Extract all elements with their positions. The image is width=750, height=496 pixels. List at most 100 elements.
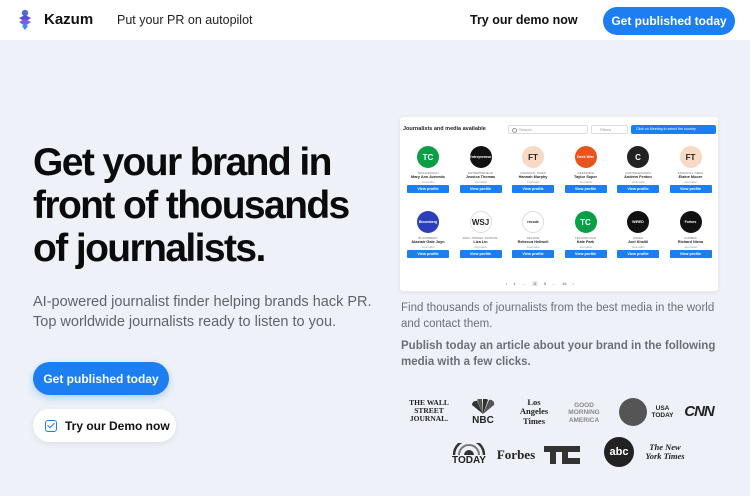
outlet-logo-icon: WSJ bbox=[469, 211, 492, 233]
journalist-card: TC TECHCRUNCH Kate Park Journalist View prof… bbox=[562, 210, 609, 270]
hero-headline: Get your brand in front of thousands of … bbox=[33, 141, 350, 270]
journalist-name: Richard Nieva bbox=[677, 240, 704, 244]
wsj-logo: THE WALL STREET JOURNAL. bbox=[409, 398, 449, 423]
view-profile-button[interactable]: View profile bbox=[407, 250, 449, 258]
forbes-logo: Forbes bbox=[496, 447, 536, 462]
la-times-logo: Los Angeles Times bbox=[519, 396, 549, 426]
journalist-card: WSJ WALL STREET JOURNAL Liza Lin Journalist… bbox=[457, 210, 504, 270]
journalist-name: Alastair Gale Joyn bbox=[411, 240, 445, 244]
brand-name[interactable]: Kazum bbox=[44, 11, 93, 28]
journalist-card: FT FINANCIAL TIMES Elaine Moore Journalist V… bbox=[667, 145, 714, 205]
view-profile-button[interactable]: View profile bbox=[669, 185, 712, 193]
outlet-logo-icon: FT bbox=[679, 146, 702, 168]
techcrunch-icon bbox=[544, 446, 580, 464]
outlet-logo-icon: Entrepreneur bbox=[469, 146, 492, 168]
top-header: Kazum Put your PR on autopilot Try our d… bbox=[0, 0, 750, 40]
usa-today-logo: USA TODAY bbox=[618, 397, 676, 427]
journalist-card: FT FINANCIAL TIMES Hannah Murphy Journalist… bbox=[510, 145, 556, 205]
pager-item[interactable]: … bbox=[552, 281, 556, 286]
view-profile-button[interactable]: View profile bbox=[617, 250, 659, 258]
journalist-role: Journalist bbox=[684, 245, 697, 249]
pager-item[interactable]: … bbox=[522, 281, 526, 286]
journalist-name: Mary Ann Azevedo bbox=[411, 175, 445, 179]
journalists-preview-panel: Journalists and media available Search F… bbox=[400, 117, 718, 291]
journalist-card: TC TECHCRUNCH Mary Ann Azevedo Journalist Vi… bbox=[405, 145, 451, 205]
journalist-role: Journalist bbox=[526, 245, 540, 249]
pager-item[interactable]: ‹ bbox=[506, 281, 507, 286]
outlet-logo-icon: WIRED bbox=[627, 211, 649, 233]
journalist-name: Kate Park bbox=[576, 240, 595, 244]
journalist-role: Journalist bbox=[526, 180, 540, 184]
journalist-role: Journalist bbox=[579, 245, 592, 249]
journalist-name: Joel Khalili bbox=[627, 240, 649, 244]
view-profile-button[interactable]: View profile bbox=[459, 185, 502, 193]
publish-article-text: Publish today an article about your bran… bbox=[401, 340, 716, 368]
pager-item[interactable]: 4 bbox=[531, 280, 538, 286]
outlet-logo-icon: recode bbox=[522, 211, 544, 233]
journalist-name: Elaine Moore bbox=[678, 175, 703, 179]
gma-logo: GOOD MORNING AMERICA bbox=[568, 401, 600, 424]
view-profile-button[interactable]: View profile bbox=[459, 250, 502, 258]
journalist-card: C COINTELEGRAPH Andrew Fenton Journalist Vie… bbox=[615, 145, 661, 205]
journalist-name: Hannah Murphy bbox=[518, 175, 548, 179]
usa-today-circle-icon bbox=[618, 398, 647, 426]
today-logo-text: TODAY bbox=[452, 454, 486, 466]
sunrise-icon bbox=[452, 442, 486, 455]
hero-subtext: AI-powered journalist finder helping bra… bbox=[33, 294, 372, 330]
view-profile-button[interactable]: View profile bbox=[512, 250, 554, 258]
journalist-card: Geek Wire GEEKWIRE Taylor Soper Journalist V… bbox=[562, 145, 609, 205]
panel-filter-select[interactable]: Filters bbox=[591, 125, 628, 134]
view-profile-button[interactable]: View profile bbox=[512, 185, 554, 193]
panel-info-banner: Click on Meeting to select the country bbox=[631, 125, 716, 134]
pager-item[interactable]: 16 bbox=[562, 281, 566, 286]
usa-today-text: USA TODAY bbox=[651, 405, 674, 419]
nbc-logo-text: NBC bbox=[472, 414, 494, 426]
outlet-logo-icon: FT bbox=[522, 146, 544, 168]
journalist-name: Jessica Thomas bbox=[465, 175, 496, 179]
journalist-card: Forbes FORBES Richard Nieva Journalist View … bbox=[667, 210, 714, 270]
panel-pagination[interactable]: ‹ 1 … 4 5 … 16 › bbox=[506, 279, 574, 287]
journalist-role: Journalist bbox=[474, 180, 487, 184]
header-tagline: Put your PR on autopilot bbox=[117, 13, 253, 27]
get-published-button[interactable]: Get published today bbox=[33, 362, 169, 395]
peacock-icon bbox=[471, 398, 495, 414]
panel-search-input[interactable]: Search bbox=[508, 125, 588, 134]
try-demo-link[interactable]: Try our demo now bbox=[470, 13, 578, 27]
outlet-logo-icon: C bbox=[627, 146, 649, 168]
try-demo-button-label: Try our Demo now bbox=[65, 418, 170, 433]
checkbox-icon bbox=[45, 419, 57, 432]
view-profile-button[interactable]: View profile bbox=[407, 185, 449, 193]
journalist-card: Entrepreneur ENTREPRENEUR Jessica Thomas Jo… bbox=[457, 145, 504, 205]
get-published-header-button[interactable]: Get published today bbox=[603, 7, 735, 35]
view-profile-button[interactable]: View profile bbox=[564, 185, 607, 193]
journalist-role: Journalist bbox=[421, 245, 435, 249]
journalist-card: recode RECODE Rebecca Heilweil Journalist Vi… bbox=[510, 210, 556, 270]
today-logo: TODAY bbox=[450, 440, 488, 468]
journalist-role: Journalist bbox=[684, 180, 697, 184]
outlet-logo-icon: Forbes bbox=[679, 211, 702, 233]
pager-item[interactable]: › bbox=[573, 281, 574, 286]
view-profile-button[interactable]: View profile bbox=[669, 250, 712, 258]
nbc-logo: NBC bbox=[466, 396, 500, 428]
kazum-logo-icon[interactable] bbox=[16, 9, 34, 31]
journalist-name: Taylor Soper bbox=[574, 175, 597, 179]
outlet-logo-icon: TC bbox=[417, 146, 439, 168]
view-profile-button[interactable]: View profile bbox=[564, 250, 607, 258]
try-demo-button[interactable]: Try our Demo now bbox=[33, 409, 176, 442]
outlet-logo-icon: Bloomberg bbox=[417, 211, 439, 233]
view-profile-button[interactable]: View profile bbox=[617, 185, 659, 193]
pager-item[interactable]: 1 bbox=[513, 281, 515, 286]
journalist-card: Bloomberg BLOOMBERG Alastair Gale Joyn Jour… bbox=[405, 210, 451, 270]
abc-logo: abc bbox=[604, 437, 634, 467]
journalist-card: WIRED WIRED Joel Khalili Journalist View pro… bbox=[615, 210, 661, 270]
outlet-logo-icon: TC bbox=[574, 211, 597, 233]
journalist-role: Journalist bbox=[421, 180, 435, 184]
pager-item[interactable]: 5 bbox=[544, 281, 546, 286]
techcrunch-logo bbox=[543, 444, 581, 466]
outlet-logo-icon: Geek Wire bbox=[574, 146, 597, 168]
journalist-role: Journalist bbox=[631, 180, 645, 184]
cnn-logo: CNN bbox=[684, 402, 715, 420]
journalist-role: Journalist bbox=[631, 245, 645, 249]
journalist-role: Journalist bbox=[474, 245, 487, 249]
journalist-name: Liza Lin bbox=[473, 240, 488, 244]
